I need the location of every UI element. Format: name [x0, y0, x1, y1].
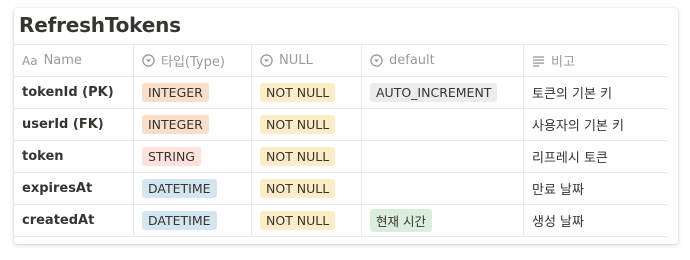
- table-title: RefreshTokens: [19, 13, 181, 37]
- table-row[interactable]: token STRING NOT NULL 리프레시 토큰: [14, 141, 668, 173]
- note-cell[interactable]: 토큰의 기본 키: [524, 77, 668, 108]
- column-header-type-label: 타입(Type): [161, 55, 225, 70]
- header-row: Aa Name 타입(Type) NULL default 비고: [14, 44, 668, 77]
- table-row[interactable]: tokenId (PK) INTEGER NOT NULL AUTO_INCRE…: [14, 77, 668, 109]
- database-table-card: RefreshTokens Aa Name 타입(Type) NULL defa…: [14, 8, 678, 244]
- column-header-default[interactable]: default: [362, 45, 524, 76]
- null-tag: NOT NULL: [260, 147, 336, 166]
- row-name[interactable]: expiresAt: [22, 181, 92, 196]
- column-header-note[interactable]: 비고: [524, 45, 668, 76]
- name-cell[interactable]: createdAt: [14, 205, 134, 236]
- null-tag: NOT NULL: [260, 179, 336, 198]
- default-tag: AUTO_INCREMENT: [370, 83, 498, 102]
- null-tag: NOT NULL: [260, 211, 336, 230]
- type-cell[interactable]: DATETIME: [134, 205, 252, 236]
- column-header-null-label: NULL: [279, 53, 313, 68]
- row-name[interactable]: tokenId (PK): [22, 85, 114, 100]
- type-tag: STRING: [142, 147, 201, 166]
- column-header-null[interactable]: NULL: [252, 45, 362, 76]
- null-cell[interactable]: NOT NULL: [252, 109, 362, 140]
- null-cell[interactable]: NOT NULL: [252, 173, 362, 204]
- note-cell[interactable]: 만료 날짜: [524, 173, 668, 204]
- type-cell[interactable]: INTEGER: [134, 77, 252, 108]
- column-header-note-label: 비고: [551, 55, 575, 70]
- default-cell[interactable]: AUTO_INCREMENT: [362, 77, 524, 108]
- column-header-default-label: default: [389, 53, 435, 68]
- row-name[interactable]: userId (FK): [22, 117, 104, 132]
- note-text: 리프레시 토큰: [532, 151, 608, 166]
- select-property-icon: [370, 54, 383, 67]
- type-cell[interactable]: INTEGER: [134, 109, 252, 140]
- select-property-icon: [260, 54, 273, 67]
- note-cell[interactable]: 사용자의 기본 키: [524, 109, 668, 140]
- note-text: 만료 날짜: [532, 183, 584, 198]
- name-cell[interactable]: tokenId (PK): [14, 77, 134, 108]
- type-tag: INTEGER: [142, 115, 209, 134]
- note-text: 토큰의 기본 키: [532, 87, 613, 102]
- type-tag: DATETIME: [142, 211, 217, 230]
- row-name[interactable]: createdAt: [22, 213, 94, 228]
- null-tag: NOT NULL: [260, 115, 336, 134]
- default-cell[interactable]: 현재 시간: [362, 205, 524, 236]
- null-cell[interactable]: NOT NULL: [252, 77, 362, 108]
- table-row[interactable]: createdAt DATETIME NOT NULL 현재 시간 생성 날짜: [14, 205, 668, 237]
- null-cell[interactable]: NOT NULL: [252, 205, 362, 236]
- note-cell[interactable]: 생성 날짜: [524, 205, 668, 236]
- default-cell[interactable]: [362, 141, 524, 172]
- default-cell[interactable]: [362, 173, 524, 204]
- null-cell[interactable]: NOT NULL: [252, 141, 362, 172]
- name-cell[interactable]: token: [14, 141, 134, 172]
- default-tag: 현재 시간: [370, 209, 432, 232]
- default-cell[interactable]: [362, 109, 524, 140]
- type-cell[interactable]: DATETIME: [134, 173, 252, 204]
- null-tag: NOT NULL: [260, 83, 336, 102]
- type-cell[interactable]: STRING: [134, 141, 252, 172]
- note-text: 사용자의 기본 키: [532, 119, 624, 134]
- row-name[interactable]: token: [22, 149, 64, 164]
- table-row[interactable]: userId (FK) INTEGER NOT NULL 사용자의 기본 키: [14, 109, 668, 141]
- type-tag: DATETIME: [142, 179, 217, 198]
- column-header-name-label: Name: [43, 53, 82, 68]
- name-cell[interactable]: expiresAt: [14, 173, 134, 204]
- note-cell[interactable]: 리프레시 토큰: [524, 141, 668, 172]
- select-property-icon: [142, 54, 155, 67]
- column-header-name[interactable]: Aa Name: [14, 45, 134, 76]
- column-header-type[interactable]: 타입(Type): [134, 45, 252, 76]
- name-cell[interactable]: userId (FK): [14, 109, 134, 140]
- text-property-icon: Aa: [22, 53, 38, 68]
- lines-property-icon: [532, 55, 545, 67]
- type-tag: INTEGER: [142, 83, 209, 102]
- note-text: 생성 날짜: [532, 215, 584, 230]
- table-grid: Aa Name 타입(Type) NULL default 비고 tokenId…: [14, 44, 668, 237]
- table-row[interactable]: expiresAt DATETIME NOT NULL 만료 날짜: [14, 173, 668, 205]
